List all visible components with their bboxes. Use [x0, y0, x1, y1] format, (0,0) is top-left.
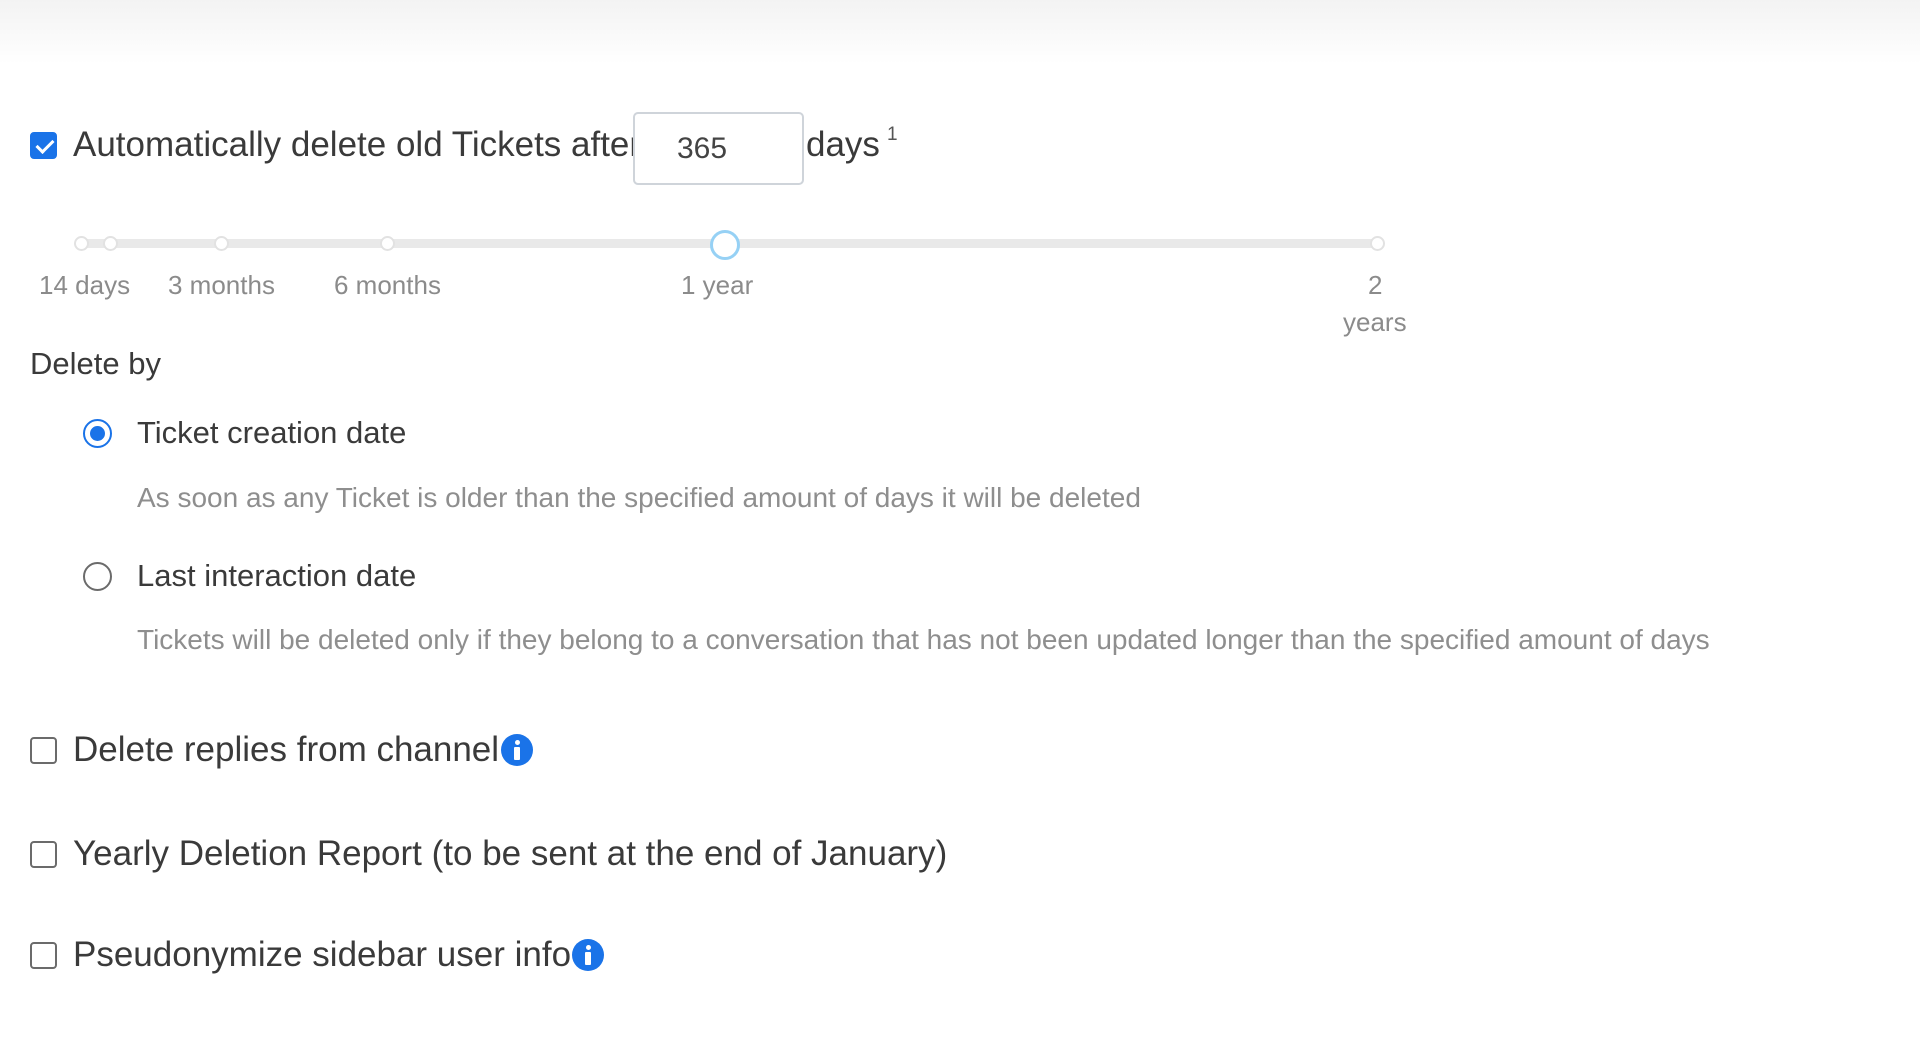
last-interaction-date-label[interactable]: Last interaction date [137, 558, 416, 594]
delete-replies-checkbox[interactable] [30, 737, 57, 764]
slider-tick-label: 1 year [681, 270, 754, 300]
slider-step[interactable] [1370, 236, 1385, 251]
retention-slider-handle[interactable] [710, 230, 740, 260]
last-interaction-date-radio[interactable] [83, 562, 112, 591]
slider-tick-label: 14 days [39, 270, 131, 300]
slider-step[interactable] [380, 236, 395, 251]
pseudonymize-label[interactable]: Pseudonymize sidebar user info [73, 935, 571, 975]
info-icon[interactable] [501, 734, 533, 766]
ticket-creation-date-radio[interactable] [83, 419, 112, 448]
slider-tick-label: years [1343, 307, 1407, 337]
ticket-creation-date-description: As soon as any Ticket is older than the … [137, 482, 1141, 513]
slider-tick-label: 6 months [334, 270, 441, 300]
last-interaction-date-description: Tickets will be deleted only if they bel… [137, 624, 1710, 655]
slider-tick-label: 2 [1368, 270, 1383, 300]
yearly-report-label[interactable]: Yearly Deletion Report (to be sent at th… [73, 834, 947, 874]
slider-step[interactable] [214, 236, 229, 251]
pseudonymize-checkbox[interactable] [30, 942, 57, 969]
delete-replies-label[interactable]: Delete replies from channel [73, 730, 499, 770]
top-shade [0, 0, 1920, 64]
auto-delete-checkbox[interactable] [30, 132, 57, 159]
delete-by-heading: Delete by [30, 346, 161, 381]
footnote-marker: 1 [887, 124, 898, 145]
retention-days-input[interactable] [633, 112, 804, 185]
days-unit-label: days [806, 125, 880, 164]
auto-delete-label: Automatically delete old Tickets after [73, 125, 642, 164]
slider-tick-label: 3 months [168, 270, 275, 300]
ticket-creation-date-label[interactable]: Ticket creation date [137, 415, 406, 451]
slider-step[interactable] [103, 236, 118, 251]
retention-settings-page: Automatically delete old Tickets after d… [0, 0, 1920, 1060]
yearly-report-checkbox[interactable] [30, 841, 57, 868]
info-icon[interactable] [572, 939, 604, 971]
slider-step[interactable] [74, 236, 89, 251]
